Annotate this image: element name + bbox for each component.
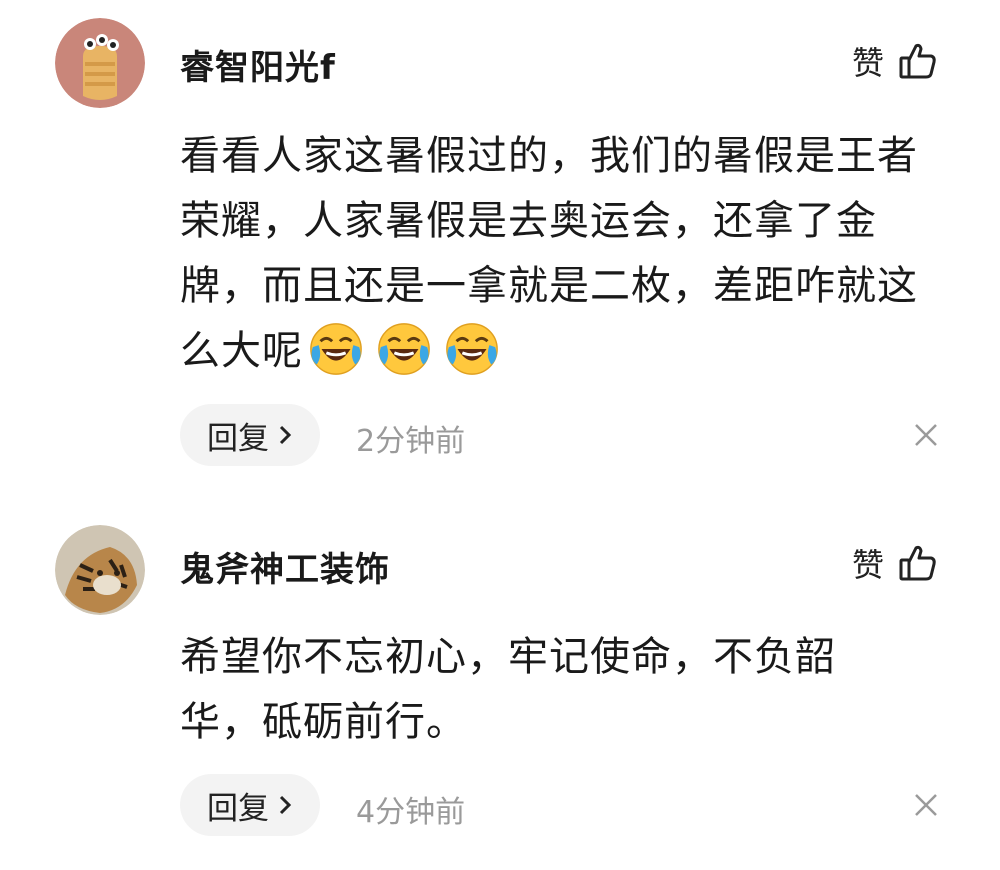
- emoji-group: [307, 320, 501, 378]
- comment-item: 睿智阳光f 赞 看看人家这暑假过的，我们的暑假是王者荣耀，人家暑假是去奥运会，还…: [0, 0, 1000, 500]
- close-icon[interactable]: [912, 421, 940, 449]
- comment-text: 看看人家这暑假过的，我们的暑假是王者荣耀，人家暑假是去奥运会，还拿了金牌，而且还…: [180, 124, 940, 384]
- timestamp: 4分钟前: [356, 795, 466, 830]
- chevron-right-icon: [279, 795, 292, 815]
- comment-text-content: 看看人家这暑假过的，我们的暑假是王者荣耀，人家暑假是去奥运会，还拿了金牌，而且还…: [180, 133, 918, 374]
- timestamp: 2分钟前: [356, 424, 466, 459]
- avatar[interactable]: [55, 525, 145, 615]
- reply-button[interactable]: 回复: [180, 404, 320, 466]
- crying-laughing-emoji: [446, 323, 498, 375]
- username[interactable]: 睿智阳光f: [180, 40, 336, 89]
- comment-text: 希望你不忘初心，牢记使命，不负韶华，砥砺前行。: [180, 634, 836, 745]
- comment-item: 鬼斧神工装饰 赞 希望你不忘初心，牢记使命，不负韶华，砥砺前行。 回复 4分钟前: [0, 500, 1000, 870]
- crying-laughing-emoji: [310, 323, 362, 375]
- close-icon[interactable]: [912, 791, 940, 819]
- reply-label: 回复: [207, 420, 269, 457]
- thumbs-up-icon: [899, 43, 936, 79]
- username[interactable]: 鬼斧神工装饰: [180, 542, 390, 591]
- like-label: 赞: [851, 546, 884, 584]
- reply-label: 回复: [207, 790, 269, 827]
- reply-button[interactable]: 回复: [180, 774, 320, 836]
- like-label: 赞: [851, 44, 884, 82]
- thumbs-up-icon: [899, 545, 936, 581]
- like-button[interactable]: 赞: [852, 540, 938, 586]
- avatar[interactable]: [55, 18, 145, 108]
- crying-laughing-emoji: [378, 323, 430, 375]
- like-button[interactable]: 赞: [852, 38, 938, 84]
- chevron-right-icon: [279, 425, 292, 445]
